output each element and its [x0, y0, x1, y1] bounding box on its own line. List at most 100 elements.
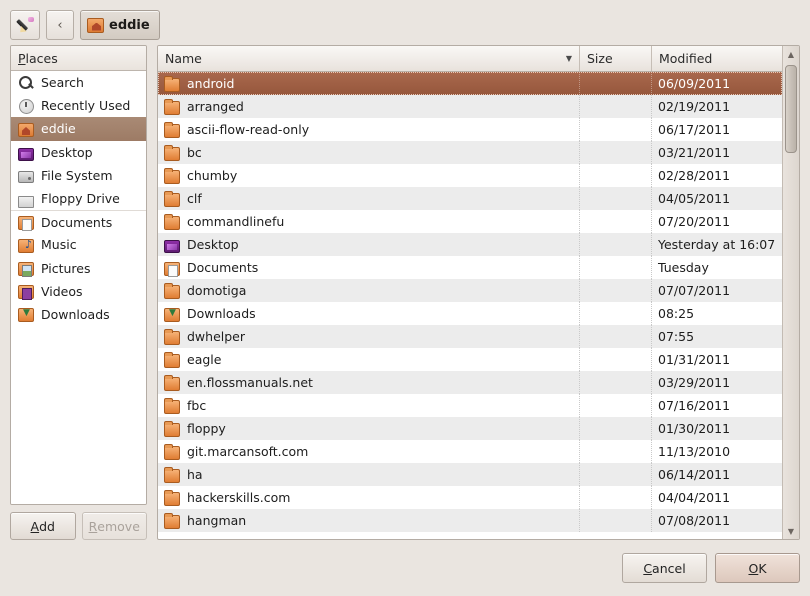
file-row[interactable]: hackerskills.com 04/04/2011: [158, 486, 782, 509]
sidebar-item-desktop[interactable]: Desktop: [11, 141, 146, 164]
file-row-name-cell: dwhelper: [158, 325, 580, 348]
desktop-icon: [164, 240, 180, 253]
file-row-modified-cell: 03/21/2011: [658, 145, 731, 160]
sidebar-item-floppy-drive[interactable]: Floppy Drive: [11, 187, 146, 210]
ok-button-mnemonic: O: [748, 560, 759, 576]
sidebar-item-music[interactable]: Music: [11, 233, 146, 256]
file-row[interactable]: bc 03/21/2011: [158, 141, 782, 164]
column-header-modified[interactable]: Modified: [652, 46, 782, 71]
column-header-name[interactable]: Name ▼: [158, 46, 580, 71]
folder-icon: [164, 374, 180, 391]
path-toolbar: ‹ eddie: [10, 8, 800, 42]
sidebar-item-videos[interactable]: Videos: [11, 280, 146, 303]
file-name-label: ha: [187, 467, 203, 482]
sidebar-item-recently-used[interactable]: Recently Used: [11, 94, 146, 117]
path-back-button[interactable]: ‹: [46, 10, 74, 40]
folder-icon: [164, 351, 180, 368]
file-name-label: Desktop: [187, 237, 239, 252]
sidebar-item-search[interactable]: Search: [11, 71, 146, 94]
sidebar-item-label: Desktop: [41, 144, 93, 160]
file-row[interactable]: Downloads 08:25: [158, 302, 782, 325]
file-row-name-cell: en.flossmanuals.net: [158, 371, 580, 394]
file-row-name-cell: hangman: [158, 509, 580, 532]
file-row[interactable]: eagle 01/31/2011: [158, 348, 782, 371]
ok-button[interactable]: OK: [715, 553, 800, 583]
sidebar-item-eddie[interactable]: eddie: [11, 117, 146, 141]
file-row[interactable]: domotiga 07/07/2011: [158, 279, 782, 302]
add-bookmark-button[interactable]: Add: [10, 512, 76, 540]
file-row[interactable]: dwhelper 07:55: [158, 325, 782, 348]
file-row[interactable]: ha 06/14/2011: [158, 463, 782, 486]
folder-icon: [164, 190, 180, 207]
file-row-name-cell: commandlinefu: [158, 210, 580, 233]
file-row-name-cell: ascii-flow-read-only: [158, 118, 580, 141]
file-row[interactable]: commandlinefu 07/20/2011: [158, 210, 782, 233]
file-chooser-dialog: ‹ eddie Places Search Recently Used eddie D…: [0, 0, 810, 596]
file-row-size-cell: [580, 486, 652, 509]
file-row[interactable]: floppy 01/30/2011: [158, 417, 782, 440]
file-row[interactable]: fbc 07/16/2011: [158, 394, 782, 417]
type-filename-toggle-button[interactable]: [10, 10, 40, 40]
file-name-label: eagle: [187, 352, 222, 367]
scrollbar-thumb[interactable]: [785, 65, 797, 153]
documents-icon: [164, 261, 180, 277]
folder-icon: [164, 512, 180, 529]
file-row-size-cell: [580, 417, 652, 440]
file-row[interactable]: en.flossmanuals.net 03/29/2011: [158, 371, 782, 394]
sidebar-item-pictures[interactable]: Pictures: [11, 257, 146, 280]
folder-icon: [164, 282, 180, 299]
sort-descending-icon: ▼: [565, 54, 572, 63]
add-button-mnemonic: A: [30, 518, 40, 534]
file-row-modified-cell: 11/13/2010: [658, 444, 731, 459]
floppy-disk-icon: [18, 195, 34, 208]
sidebar-item-label: File System: [41, 167, 113, 183]
file-row[interactable]: clf 04/05/2011: [158, 187, 782, 210]
remove-button-mnemonic: R: [88, 518, 98, 534]
file-row-size-cell: [580, 72, 652, 95]
file-row-modified-cell: 07:55: [658, 329, 695, 344]
file-name-label: floppy: [187, 421, 226, 436]
sidebar-item-downloads[interactable]: Downloads: [11, 303, 146, 326]
file-row[interactable]: android 06/09/2011: [158, 72, 782, 95]
file-row[interactable]: Documents Tuesday: [158, 256, 782, 279]
file-row[interactable]: git.marcansoft.com 11/13/2010: [158, 440, 782, 463]
file-row-size-cell: [580, 440, 652, 463]
breadcrumb-button-eddie[interactable]: eddie: [80, 10, 160, 40]
file-row-modified-cell: 04/04/2011: [658, 490, 731, 505]
folder-icon: [164, 443, 180, 460]
file-row[interactable]: Desktop Yesterday at 16:07: [158, 233, 782, 256]
folder-icon: [164, 167, 180, 184]
scrollbar-track[interactable]: [783, 62, 799, 523]
scroll-down-arrow-icon[interactable]: ▼: [783, 523, 799, 539]
file-row-modified-cell: 03/29/2011: [658, 375, 731, 390]
clock-icon: [18, 98, 34, 114]
file-name-label: bc: [187, 145, 202, 160]
file-row-name-cell: clf: [158, 187, 580, 210]
file-row-name-cell: android: [158, 72, 580, 95]
remove-bookmark-button[interactable]: Remove: [81, 512, 147, 540]
places-sidebar: Places Search Recently Used eddie Desktop Fi…: [10, 45, 147, 540]
folder-icon: [164, 397, 180, 414]
file-row[interactable]: chumby 02/28/2011: [158, 164, 782, 187]
file-row-size-cell: [580, 325, 652, 348]
sidebar-item-documents[interactable]: Documents: [11, 210, 146, 233]
pencil-icon: [15, 16, 34, 35]
column-header-size[interactable]: Size: [580, 46, 652, 71]
sidebar-item-file-system[interactable]: File System: [11, 164, 146, 187]
file-row[interactable]: arranged 02/19/2011: [158, 95, 782, 118]
folder-icon: [164, 489, 180, 506]
file-row[interactable]: hangman 07/08/2011: [158, 509, 782, 532]
column-header-modified-label: Modified: [659, 51, 713, 66]
file-list-scrollbar[interactable]: ▲ ▼: [782, 46, 799, 539]
file-row-modified-cell: Yesterday at 16:07: [658, 237, 776, 252]
file-name-label: arranged: [187, 99, 244, 114]
file-rows: android 06/09/2011 arranged 02/19/2011 ascii…: [158, 72, 782, 539]
file-row[interactable]: ascii-flow-read-only 06/17/2011: [158, 118, 782, 141]
places-header-mnemonic: P: [18, 50, 26, 66]
desktop-icon: [18, 147, 34, 161]
scroll-up-arrow-icon[interactable]: ▲: [783, 46, 799, 62]
file-name-label: ascii-flow-read-only: [187, 122, 310, 137]
ok-button-rest: K: [758, 560, 767, 576]
file-row-size-cell: [580, 233, 652, 256]
cancel-button[interactable]: Cancel: [622, 553, 707, 583]
